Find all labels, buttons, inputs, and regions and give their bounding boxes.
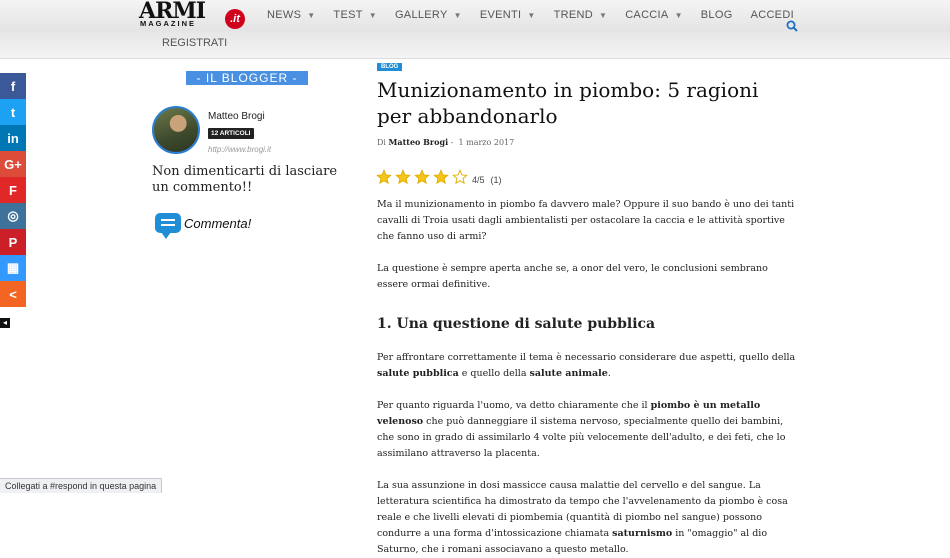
star-filled-icon[interactable] <box>395 169 411 185</box>
paragraph: Ma il munizionamento in piombo fa davver… <box>377 199 795 242</box>
nav-item-registrati[interactable]: REGISTRATI <box>162 37 227 49</box>
chevron-down-icon: ▼ <box>527 11 536 20</box>
facebook-share-icon[interactable]: f <box>0 73 26 99</box>
sub-nav-bar <box>0 31 950 59</box>
comment-button[interactable]: Commenta! <box>155 211 252 239</box>
paragraph: Per affrontare correttamente il tema è n… <box>377 352 796 379</box>
nav-item-news[interactable]: NEWS ▼ <box>258 0 324 31</box>
paragraph: La questione è sempre aperta anche se, a… <box>377 263 768 290</box>
site-logo[interactable]: ARMI MAGAZINE .it <box>139 0 249 29</box>
rating-count: (1) <box>490 175 502 185</box>
nav-item-test[interactable]: TEST ▼ <box>324 0 386 31</box>
rating-score: 4/5 <box>472 175 485 185</box>
star-filled-icon[interactable] <box>414 169 430 185</box>
article-body: Ma il munizionamento in piombo fa davver… <box>377 197 797 558</box>
main-nav: NEWS ▼ TEST ▼ GALLERY ▼ EVENTI ▼ TREND ▼ CACC… <box>258 0 803 31</box>
star-empty-icon[interactable] <box>452 169 468 185</box>
nav-item-gallery[interactable]: GALLERY ▼ <box>386 0 471 31</box>
rating-stars[interactable] <box>376 169 471 185</box>
author-avatar[interactable] <box>152 106 200 154</box>
nav-item-eventi[interactable]: EVENTI ▼ <box>471 0 545 31</box>
article-author-link[interactable]: Matteo Brogi <box>389 137 449 147</box>
author-name[interactable]: Matteo Brogi <box>208 111 265 122</box>
chevron-down-icon: ▼ <box>368 11 377 20</box>
author-website-link[interactable]: http://www.brogi.it <box>208 145 271 154</box>
comment-reminder: Non dimenticarti di lasciare un commento… <box>152 164 338 195</box>
star-filled-icon[interactable] <box>376 169 392 185</box>
star-filled-icon[interactable] <box>433 169 449 185</box>
googleplus-share-icon[interactable]: G+ <box>0 151 26 177</box>
search-icon[interactable] <box>786 20 798 32</box>
chevron-down-icon: ▼ <box>598 11 608 20</box>
section-heading: 1. Una questione di salute pubblica <box>377 316 656 332</box>
blogger-section-title: - IL BLOGGER - <box>186 71 308 85</box>
pinterest-share-icon[interactable]: P <box>0 229 26 255</box>
instagram-share-icon[interactable]: ◎ <box>0 203 26 229</box>
article-meta: Di Matteo Brogi - 1 marzo 2017 <box>377 137 515 147</box>
logo-magazine: MAGAZINE <box>140 19 196 28</box>
chevron-down-icon: ▼ <box>674 11 683 20</box>
delicious-share-icon[interactable]: ▦ <box>0 255 26 281</box>
chevron-down-icon: ▼ <box>453 11 462 20</box>
paragraph: La sua assunzione in dosi massicce causa… <box>377 480 788 555</box>
comment-bubble-icon <box>155 213 181 239</box>
paragraph: Per quanto riguarda l'uomo, va detto chi… <box>377 400 786 459</box>
nav-item-caccia[interactable]: CACCIA ▼ <box>616 0 692 31</box>
article-title: Munizionamento in piombo: 5 ragioni per … <box>377 78 759 128</box>
nav-item-blog[interactable]: BLOG <box>692 0 742 31</box>
article-rating: 4/5 (1) <box>376 169 502 185</box>
chevron-down-icon: ▼ <box>307 11 316 20</box>
comment-button-label: Commenta! <box>184 215 252 231</box>
share-toggle-icon[interactable]: ◂ <box>0 318 10 328</box>
more-share-icon[interactable]: < <box>0 281 26 307</box>
flipboard-share-icon[interactable]: F <box>0 177 26 203</box>
twitter-share-icon[interactable]: t <box>0 99 26 125</box>
articles-count-badge[interactable]: 12 ARTICOLI <box>208 128 254 139</box>
browser-status-bar: Collegati a #respond in questa pagina <box>0 478 163 493</box>
linkedin-share-icon[interactable]: in <box>0 125 26 151</box>
social-share-bar: f t in G+ F ◎ P ▦ < <box>0 73 26 307</box>
article-date: 1 marzo 2017 <box>458 138 515 147</box>
nav-item-trend[interactable]: TREND ▼ <box>545 0 617 31</box>
logo-it-badge: .it <box>225 9 245 29</box>
category-badge[interactable]: BLOG <box>377 63 403 71</box>
